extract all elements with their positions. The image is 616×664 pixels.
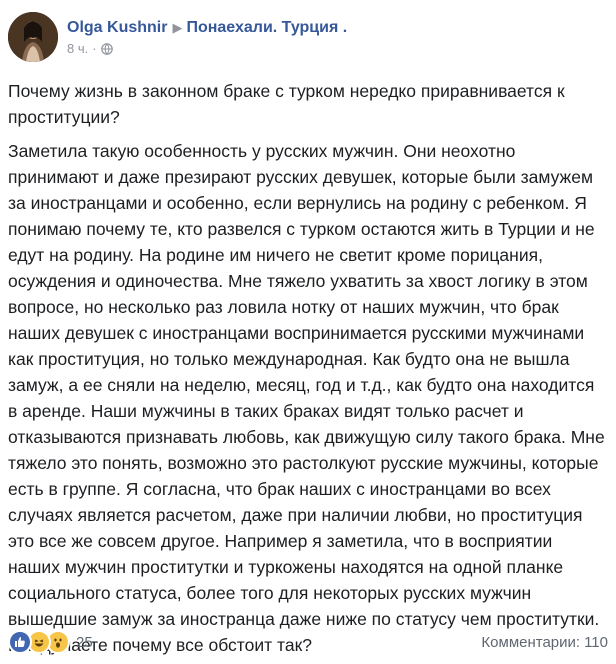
avatar-image [8, 12, 58, 62]
caret-right-icon: ▶ [172, 19, 183, 35]
post-header: Olga Kushnir ▶ Понаехали. Турция . 8 ч. … [8, 12, 347, 62]
avatar[interactable] [8, 12, 58, 62]
post-title-text: Почему жизнь в законном браке с турком н… [8, 81, 565, 127]
author-name[interactable]: Olga Kushnir [67, 18, 167, 38]
post-content: Почему жизнь в законном браке с турком н… [8, 78, 608, 658]
post-card: Olga Kushnir ▶ Понаехали. Турция . 8 ч. … [0, 0, 616, 664]
post-subline: 8 ч. · [67, 41, 347, 57]
comments-link[interactable]: Комментарии: 110 [481, 634, 608, 651]
post-footer: 25 Комментарии: 110 [8, 628, 608, 656]
comments-label: Комментарии: [481, 633, 581, 651]
like-icon [8, 630, 32, 654]
post-names: Olga Kushnir ▶ Понаехали. Турция . [67, 18, 347, 38]
separator-dot: · [92, 40, 97, 56]
group-name[interactable]: Понаехали. Турция . [186, 18, 347, 38]
reaction-count: 25 [76, 633, 93, 651]
post-meta: Olga Kushnir ▶ Понаехали. Турция . 8 ч. … [67, 18, 347, 57]
comments-count: 110 [584, 633, 608, 651]
globe-icon[interactable] [100, 42, 113, 55]
reactions-summary[interactable]: 25 [8, 630, 93, 654]
post-body-text: Заметила такую особенность у русских муж… [8, 141, 605, 655]
post-timestamp[interactable]: 8 ч. [67, 41, 88, 57]
